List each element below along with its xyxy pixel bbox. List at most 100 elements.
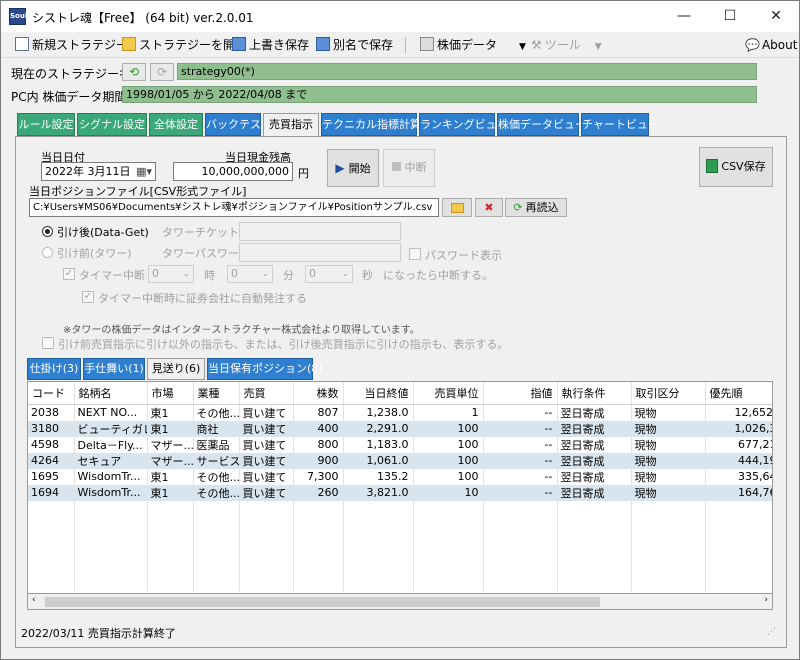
- column-header[interactable]: 業種: [193, 382, 240, 405]
- table-cell: 買い建て: [239, 452, 294, 469]
- table-cell: NEXT NO...: [74, 404, 148, 421]
- reload-button[interactable]: ⟳ 再読込: [505, 198, 567, 217]
- orders-table[interactable]: コード 銘柄名 市場 業種 売買 株数 当日終値 売買単位 指値 執行条件 取引区分 優先順 2038…: [27, 381, 773, 610]
- tab-entries[interactable]: 仕掛け(3): [27, 358, 81, 380]
- minute-select[interactable]: 0 ⌄: [227, 265, 273, 283]
- tab-rule-settings[interactable]: ルール設定: [17, 113, 75, 136]
- table-row[interactable]: 1694 WisdomTr... 東1 その他... 買い建て 260 3,821.0 10-…: [28, 484, 772, 501]
- redo-button[interactable]: ⟳: [150, 63, 174, 81]
- csv-save-button[interactable]: CSV保存: [699, 147, 773, 187]
- close-button[interactable]: ✕: [753, 1, 799, 32]
- minimize-button[interactable]: —: [661, 1, 707, 32]
- browse-folder-button[interactable]: [442, 198, 472, 217]
- toolbar-separator: [405, 37, 406, 53]
- empty-row: [28, 500, 772, 516]
- empty-cell: [343, 515, 414, 531]
- column-header[interactable]: コード: [28, 382, 75, 405]
- table-cell: WisdomTr...: [74, 468, 148, 485]
- scroll-right-icon[interactable]: ›: [764, 595, 768, 605]
- table-cell: 3,821.0: [343, 484, 414, 501]
- dropdown-arrow-icon: ▼: [519, 42, 526, 52]
- stock-data-menu[interactable]: 株価データ ▼: [420, 35, 526, 55]
- new-strategy-button[interactable]: 新規ストラテジー: [15, 35, 128, 55]
- undo-button[interactable]: ⟲: [122, 63, 146, 81]
- start-button[interactable]: ▶ 開始: [327, 149, 379, 187]
- table-cell: 164,767: [705, 484, 772, 501]
- tower-ticket-input[interactable]: [239, 222, 401, 241]
- tab-backtest[interactable]: バックテスト: [205, 113, 272, 136]
- tab-chart-view[interactable]: チャートビュー: [581, 113, 659, 136]
- date-picker[interactable]: 2022年 3月11日 ▦▾: [41, 162, 156, 181]
- position-file-path[interactable]: C:¥Users¥MS06¥Documents¥シストレ魂¥ポジションファイル¥…: [29, 198, 439, 217]
- horizontal-scrollbar[interactable]: ‹ ›: [27, 593, 773, 610]
- red-x-icon: ✖: [484, 201, 494, 214]
- tab-general-settings[interactable]: 全体設定: [149, 113, 203, 136]
- column-header[interactable]: 取引区分: [631, 382, 706, 405]
- tab-exits[interactable]: 手仕舞い(1): [83, 358, 145, 380]
- before-open-display-checkbox[interactable]: [42, 337, 54, 349]
- column-header[interactable]: 執行条件: [557, 382, 632, 405]
- table-cell: ビューティガレ...: [74, 420, 148, 437]
- empty-cell: [74, 515, 148, 531]
- hour-unit: 時: [204, 269, 215, 282]
- table-row[interactable]: 4598 Delta－Fly... マザー... 医薬品 買い建て 800 1,183.0 1…: [28, 436, 772, 453]
- table-cell: 4264: [28, 452, 75, 469]
- tab-trade-orders[interactable]: 売買指示: [263, 113, 319, 137]
- table-row[interactable]: 4264 セキュア マザー... サービス 買い建て 900 1,061.0 100 -- 翌日寄…: [28, 452, 772, 469]
- table-cell: 1,026,36: [705, 420, 772, 437]
- table-row[interactable]: 3180ビューティガレ...東1商社買い建て4002,291.0100--翌日寄…: [28, 420, 772, 437]
- resize-grip-icon[interactable]: ⋰: [767, 627, 776, 637]
- table-row[interactable]: 1695 WisdomTr... 東1 その他... 買い建て 7,300 135.2 100…: [28, 468, 772, 485]
- hour-select[interactable]: 0 ⌄: [148, 265, 194, 283]
- stop-button[interactable]: 中断: [383, 149, 435, 187]
- tab-held-positions[interactable]: 当日保有ポジション(8): [207, 358, 323, 380]
- auto-order-checkbox[interactable]: ✓: [82, 291, 94, 303]
- column-header[interactable]: 市場: [147, 382, 194, 405]
- after-close-radio[interactable]: [42, 226, 53, 237]
- tab-technical-indicators[interactable]: テクニカル指標計算: [321, 113, 421, 136]
- column-header[interactable]: 当日終値: [343, 382, 414, 405]
- empty-cell: [193, 560, 240, 576]
- table-cell: 1: [413, 404, 484, 421]
- column-header[interactable]: 指値: [483, 382, 558, 405]
- tab-signal-settings[interactable]: シグナル設定: [77, 113, 147, 136]
- maximize-button[interactable]: ☐: [707, 1, 753, 32]
- tower-password-input[interactable]: [239, 243, 401, 262]
- column-header[interactable]: 株数: [293, 382, 344, 405]
- tools-menu[interactable]: ⚒ ツール ▼: [531, 35, 602, 55]
- overwrite-save-button[interactable]: 上書き保存: [232, 35, 309, 55]
- table-cell: 買い建て: [239, 484, 294, 501]
- hour-value: 0: [152, 267, 159, 280]
- before-open-radio[interactable]: [42, 247, 53, 258]
- table-cell: 東1: [147, 484, 194, 501]
- empty-cell: [705, 515, 772, 531]
- scroll-left-icon[interactable]: ‹: [32, 595, 36, 605]
- table-cell: 現物: [631, 436, 706, 453]
- table-cell: 3180: [28, 420, 75, 437]
- timer-stop-checkbox[interactable]: ✓: [63, 268, 75, 280]
- column-header[interactable]: 優先順: [705, 382, 772, 405]
- scrollbar-thumb[interactable]: [45, 597, 600, 607]
- redo-icon: ⟳: [156, 65, 168, 79]
- table-cell: 買い建て: [239, 404, 294, 421]
- save-as-button[interactable]: 別名で保存: [316, 35, 393, 55]
- about-button[interactable]: 💬 About: [745, 35, 797, 55]
- show-password-checkbox[interactable]: [409, 248, 421, 260]
- second-select[interactable]: 0 ⌄: [305, 265, 353, 283]
- column-header[interactable]: 銘柄名: [74, 382, 148, 405]
- tab-ranking-view[interactable]: ランキングビュー: [419, 113, 508, 136]
- cash-balance-input[interactable]: 10,000,000,000: [173, 162, 293, 181]
- empty-cell: [193, 575, 240, 591]
- open-strategy-button[interactable]: ストラテジーを開く: [122, 35, 247, 55]
- tower-password-label: タワーパスワード: [162, 247, 250, 260]
- table-cell: 1,061.0: [343, 452, 414, 469]
- empty-cell: [483, 515, 558, 531]
- tab-stock-data-view[interactable]: 株価データビュー: [497, 113, 586, 136]
- column-header[interactable]: 売買単位: [413, 382, 484, 405]
- empty-cell: [193, 515, 240, 531]
- empty-cell: [239, 545, 294, 561]
- table-row[interactable]: 2038 NEXT NO... 東1 その他... 買い建て 807 1,238.0 1 -- 翌…: [28, 404, 772, 421]
- clear-file-button[interactable]: ✖: [475, 198, 503, 217]
- tab-skipped[interactable]: 見送り(6): [147, 358, 205, 380]
- column-header[interactable]: 売買: [239, 382, 294, 405]
